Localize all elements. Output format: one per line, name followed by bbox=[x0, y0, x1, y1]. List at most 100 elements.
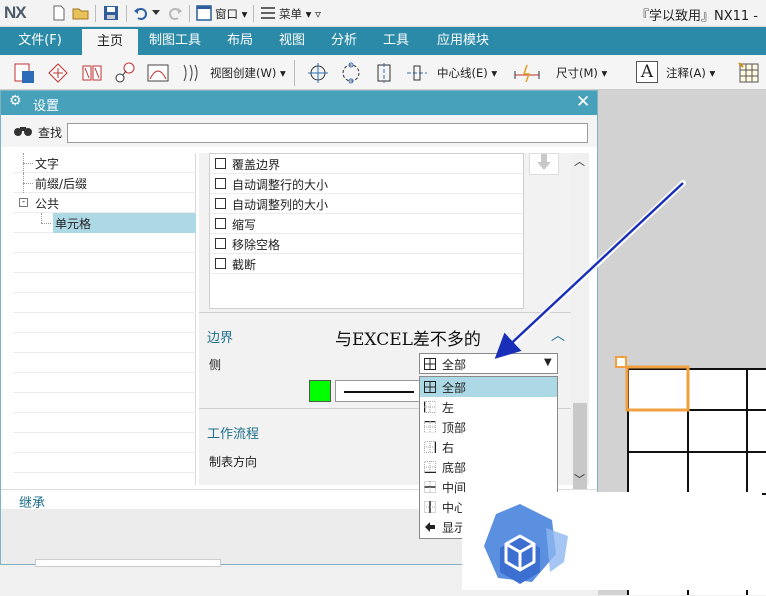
symmetric-centerline-icon[interactable] bbox=[405, 61, 429, 85]
checkbox-box[interactable] bbox=[215, 258, 226, 269]
undo-icon[interactable] bbox=[132, 4, 150, 22]
binoculars-icon bbox=[13, 124, 35, 141]
checkbox-box[interactable] bbox=[215, 218, 226, 229]
separator bbox=[189, 5, 190, 22]
detail-view-icon[interactable] bbox=[113, 61, 137, 85]
annotation-menu[interactable]: 注释(A) ▾ bbox=[666, 65, 715, 81]
separator bbox=[294, 60, 295, 86]
tree-item-prefix-suffix[interactable]: 前缀/后缀 bbox=[13, 173, 196, 193]
line-style-select[interactable] bbox=[335, 380, 425, 402]
tree-empty-row bbox=[13, 293, 196, 313]
side-label: 侧 bbox=[209, 358, 222, 372]
collapse-chevron-icon[interactable]: ︿ bbox=[551, 325, 565, 345]
ribbon-tab-bar: 文件(F) 主页 制图工具 布局 视图 分析 工具 应用模块 bbox=[0, 27, 766, 55]
tab-file[interactable]: 文件(F) bbox=[0, 27, 80, 55]
centerline-menu[interactable]: 中心线(E) ▾ bbox=[437, 65, 497, 81]
tree-item-common[interactable]: - 公共 bbox=[13, 193, 196, 213]
search-input[interactable] bbox=[67, 123, 588, 143]
dimension-label: 尺寸(M) bbox=[556, 66, 598, 80]
collapse-icon[interactable]: - bbox=[19, 198, 28, 207]
tree-empty-row bbox=[13, 413, 196, 433]
redo-icon[interactable] bbox=[166, 4, 184, 22]
section-view-icon[interactable] bbox=[146, 61, 170, 85]
centerline-icon[interactable] bbox=[372, 61, 396, 85]
tab-tools[interactable]: 工具 bbox=[374, 27, 418, 55]
option-label: 右 bbox=[442, 441, 455, 455]
view-create-menu[interactable]: 视图创建(W) ▾ bbox=[210, 65, 286, 81]
separator bbox=[95, 5, 96, 22]
note-icon[interactable]: A bbox=[636, 61, 658, 83]
checkbox-abbreviate[interactable]: 缩写 bbox=[210, 214, 523, 234]
tab-application[interactable]: 应用模块 bbox=[428, 27, 498, 55]
side-select[interactable]: 全部 ▼ bbox=[419, 353, 558, 374]
new-sheet-icon[interactable] bbox=[12, 61, 36, 85]
middle-border-icon bbox=[424, 481, 436, 493]
break-view-icon[interactable] bbox=[180, 61, 204, 85]
tree-item-cell[interactable]: 单元格 bbox=[13, 213, 196, 233]
option-bottom[interactable]: 底部 bbox=[420, 457, 557, 477]
all-borders-icon bbox=[424, 381, 436, 393]
tree-empty-row bbox=[13, 313, 196, 333]
tree-empty-row bbox=[13, 333, 196, 353]
tab-drafting-tools[interactable]: 制图工具 bbox=[140, 27, 210, 55]
rapid-dimension-icon[interactable] bbox=[513, 61, 540, 85]
save-icon[interactable] bbox=[102, 4, 120, 22]
scroll-up-icon[interactable]: ︿ bbox=[574, 153, 585, 169]
border-color-swatch[interactable] bbox=[309, 380, 331, 402]
checkbox-truncate[interactable]: 截断 bbox=[210, 254, 523, 274]
table-direction-label: 制表方向 bbox=[209, 455, 258, 469]
view-create-label: 视图创建(W) bbox=[210, 66, 277, 80]
tab-home[interactable]: 主页 bbox=[82, 29, 138, 55]
checkbox-override-border[interactable]: 覆盖边界 bbox=[210, 154, 523, 174]
dimension-menu[interactable]: 尺寸(M) ▾ bbox=[556, 65, 607, 81]
tree-item-label: 文字 bbox=[35, 157, 60, 171]
top-border-icon bbox=[424, 420, 436, 434]
border-section-header[interactable]: 边界 bbox=[207, 327, 233, 346]
center-border-icon bbox=[424, 501, 436, 513]
bolt-circle-icon[interactable] bbox=[339, 61, 363, 85]
base-view-icon[interactable] bbox=[46, 61, 70, 85]
scroll-down-icon[interactable]: ﹀ bbox=[574, 471, 585, 487]
watermark-panel bbox=[462, 492, 762, 590]
app-title: 『学以致用』NX11 - bbox=[636, 9, 758, 24]
dialog-scrollbar[interactable]: ︿ ﹀ bbox=[571, 153, 589, 561]
checkbox-box[interactable] bbox=[215, 238, 226, 249]
window-icon[interactable] bbox=[195, 4, 213, 22]
option-left[interactable]: 左 bbox=[420, 397, 557, 417]
option-top[interactable]: 顶部 bbox=[420, 417, 557, 437]
main-menu[interactable]: 菜单 ▾ ▿ bbox=[279, 6, 321, 22]
option-label: 底部 bbox=[442, 461, 467, 475]
table-icon[interactable] bbox=[737, 61, 761, 85]
center-mark-icon[interactable] bbox=[306, 61, 330, 85]
move-down-icon[interactable] bbox=[529, 153, 559, 175]
tree-item-label: 前缀/后缀 bbox=[35, 177, 88, 191]
tab-analysis[interactable]: 分析 bbox=[322, 27, 366, 55]
tab-layout[interactable]: 布局 bbox=[218, 27, 262, 55]
option-right[interactable]: 右 bbox=[420, 437, 557, 457]
tree-item-text[interactable]: 文字 bbox=[13, 153, 196, 173]
all-borders-icon bbox=[424, 358, 436, 370]
chevron-down-icon[interactable]: ▼ bbox=[544, 357, 552, 368]
window-menu[interactable]: 窗口 ▾ bbox=[215, 6, 247, 22]
projected-view-icon[interactable] bbox=[80, 61, 104, 85]
close-icon[interactable]: ✕ bbox=[576, 92, 590, 112]
checkbox-label: 覆盖边界 bbox=[232, 158, 281, 172]
tab-view[interactable]: 视图 bbox=[270, 27, 314, 55]
bottom-border-icon bbox=[424, 461, 436, 474]
settings-tree: 文字 前缀/后缀 - 公共 单元格 bbox=[13, 153, 196, 485]
side-select-value: 全部 bbox=[442, 358, 467, 372]
checkbox-remove-spaces[interactable]: 移除空格 bbox=[210, 234, 523, 254]
new-file-icon[interactable] bbox=[50, 4, 68, 22]
option-all[interactable]: 全部 bbox=[420, 377, 557, 397]
checkbox-auto-row-size[interactable]: 自动调整行的大小 bbox=[210, 174, 523, 194]
checkbox-box[interactable] bbox=[215, 178, 226, 189]
annotation-text: 与EXCEL差不多的 bbox=[335, 330, 481, 350]
checkbox-box[interactable] bbox=[215, 198, 226, 209]
open-folder-icon[interactable] bbox=[72, 4, 90, 22]
tree-empty-row bbox=[13, 253, 196, 273]
undo-dropdown-icon[interactable] bbox=[150, 4, 162, 22]
menu-icon[interactable] bbox=[259, 4, 277, 22]
checkbox-box[interactable] bbox=[215, 158, 226, 169]
workflow-section-header[interactable]: 工作流程 bbox=[207, 423, 259, 442]
checkbox-auto-col-size[interactable]: 自动调整列的大小 bbox=[210, 194, 523, 214]
